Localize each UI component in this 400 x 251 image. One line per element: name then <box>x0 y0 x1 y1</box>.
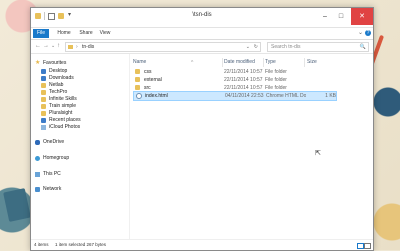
back-button[interactable]: ← <box>35 42 41 50</box>
large-icons-view-icon[interactable] <box>364 243 371 249</box>
address-dropdown-chevron-icon[interactable]: ⌄ <box>246 43 250 51</box>
folder-icon <box>41 83 46 88</box>
cloud-icon <box>35 140 40 145</box>
breadcrumb-separator: › <box>76 44 78 50</box>
nav-item-label: OneDrive <box>43 139 65 145</box>
star-icon: ★ <box>35 60 41 66</box>
maximize-button[interactable]: □ <box>333 8 349 25</box>
folder-icon <box>135 69 140 74</box>
homegroup-icon <box>35 156 40 161</box>
tab-view[interactable]: View <box>97 29 113 38</box>
folder-icon <box>41 104 46 109</box>
nav-item-label: Train simple <box>49 103 77 109</box>
chevron-down-icon[interactable]: ⌄ <box>358 29 363 36</box>
address-row: ← → ⌄ ↑ › tn-dis ⌄ ↻ Search tn-dis 🔍 <box>31 40 373 54</box>
breadcrumb[interactable]: tn-dis <box>82 43 94 51</box>
search-input[interactable]: Search tn-dis 🔍 <box>267 42 369 52</box>
file-date: 22/11/2014 10:57 <box>224 69 263 75</box>
nav-item-label: iCloud Photos <box>49 124 81 130</box>
file-date: 22/11/2014 10:57 <box>224 77 263 83</box>
downloads-icon <box>41 76 46 81</box>
table-row[interactable]: css 22/11/2014 10:57 File folder <box>133 68 337 76</box>
column-header-name[interactable]: Name ^ <box>133 59 213 66</box>
nav-item-label: Homegroup <box>43 155 70 161</box>
network-icon <box>35 187 40 192</box>
file-explorer-window: ▾ \tsn-dis – □ ✕ File Home Share View ⌄ … <box>30 7 374 251</box>
file-name: external <box>144 77 162 83</box>
refresh-icon[interactable]: ↻ <box>254 43 258 51</box>
file-type: Chrome HTML Do... <box>266 93 306 99</box>
file-date: 04/11/2014 22:53 <box>225 93 264 99</box>
column-header-type[interactable]: Type <box>265 59 303 66</box>
nav-favorites-label: Favourites <box>43 60 67 66</box>
search-icon: 🔍 <box>359 44 366 50</box>
nav-item-label: Netlab <box>49 82 64 88</box>
chrome-html-icon <box>136 93 142 99</box>
minimize-button[interactable]: – <box>317 8 333 25</box>
table-row[interactable]: external 22/11/2014 10:57 File folder <box>133 76 337 84</box>
folder-icon <box>135 77 140 82</box>
nav-item-label: TechPro <box>49 89 68 95</box>
close-button[interactable]: ✕ <box>351 8 373 25</box>
wallpaper-book <box>3 188 31 222</box>
tab-file[interactable]: File <box>33 29 49 38</box>
search-placeholder: Search tn-dis <box>271 44 301 50</box>
help-icon[interactable]: ? <box>365 30 371 36</box>
tab-share[interactable]: Share <box>77 29 95 38</box>
sort-arrow-icon: ^ <box>191 60 194 66</box>
column-divider[interactable] <box>222 58 223 67</box>
file-name: css <box>144 69 152 75</box>
table-row-selected[interactable]: index.html 04/11/2014 22:53 Chrome HTML … <box>133 91 337 101</box>
nav-item-label: Recent places <box>49 117 81 123</box>
recent-locations-button[interactable]: ⌄ <box>51 42 55 50</box>
nav-item-label: Network <box>43 186 62 192</box>
column-header-date[interactable]: Date modified <box>224 59 262 66</box>
column-divider[interactable] <box>263 58 264 67</box>
status-bar: 4 items 1 item selected 267 bytes <box>31 239 373 250</box>
forward-button[interactable]: → <box>43 42 49 50</box>
nav-item-label: Pluralsight <box>49 110 73 116</box>
column-header-size[interactable]: Size <box>307 59 337 66</box>
address-bar[interactable]: › tn-dis ⌄ ↻ <box>65 42 261 52</box>
title-bar: ▾ \tsn-dis – □ ✕ <box>31 8 373 28</box>
nav-item-label: Downloads <box>49 75 74 81</box>
selection-info: 1 item selected 267 bytes <box>55 242 107 247</box>
navigation-pane: ★ Favourites Desktop Downloads Netlab Te… <box>31 54 130 240</box>
nav-item-label: Desktop <box>49 68 68 74</box>
ribbon-tabs: File Home Share View ⌄ ? <box>31 28 373 40</box>
folder-icon <box>41 90 46 95</box>
column-divider[interactable] <box>304 58 305 67</box>
file-name: index.html <box>145 93 168 99</box>
recent-places-icon <box>41 118 46 123</box>
details-view-icon[interactable] <box>357 243 364 249</box>
photos-icon <box>41 125 46 130</box>
file-type: File folder <box>265 77 287 83</box>
file-size: 1 KB <box>325 93 336 99</box>
folder-icon <box>41 97 46 102</box>
nav-item-label: Infinite Skills <box>49 96 77 102</box>
column-header-label: Name <box>133 59 147 65</box>
folder-icon <box>68 45 73 49</box>
tab-home[interactable]: Home <box>55 29 73 38</box>
computer-icon <box>35 172 40 177</box>
desktop-icon <box>41 69 46 74</box>
item-count: 4 items <box>34 242 49 247</box>
folder-icon <box>41 111 46 116</box>
file-type: File folder <box>265 69 287 75</box>
mouse-cursor-icon: ⇱ <box>315 150 321 157</box>
up-button[interactable]: ↑ <box>57 42 60 50</box>
file-list[interactable]: Name ^ Date modified Type Size css 22/11… <box>131 54 373 240</box>
nav-item-label: This PC <box>43 171 61 177</box>
folder-icon <box>135 85 140 90</box>
